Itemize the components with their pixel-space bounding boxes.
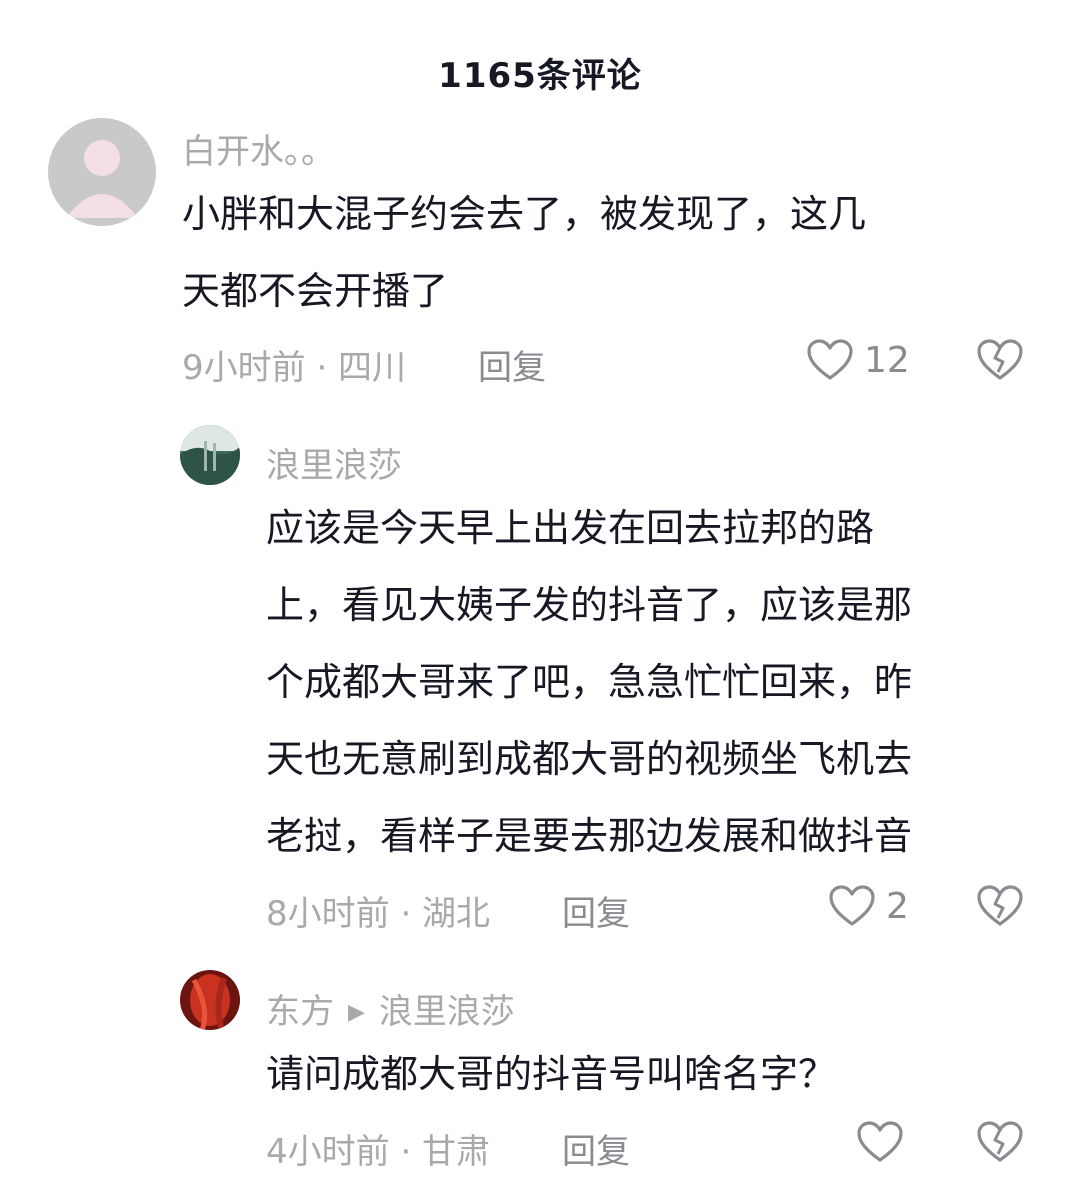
like-count: 2 [886,885,909,927]
like-button[interactable]: 12 [806,338,910,382]
heart-icon [829,885,875,926]
comment-author[interactable]: 白开水。。 [182,124,335,173]
reply-to-author[interactable]: 浪里浪莎 [379,992,515,1032]
heart-icon [857,1121,903,1162]
broken-heart-icon [977,339,1023,380]
reply-arrow-icon: ▶ [348,1000,365,1025]
comment-author-line: 东方 ▶ 浪里浪莎 [266,984,515,1033]
comment-count-title: 1165条评论 [438,56,642,96]
comment-author[interactable]: 东方 [266,992,334,1032]
like-button[interactable]: 2 [828,884,909,928]
like-count: 12 [864,339,910,381]
dislike-button[interactable] [976,338,1024,382]
broken-heart-icon [977,885,1023,926]
broken-heart-icon [977,1121,1023,1162]
heart-icon [807,339,853,380]
reply-button[interactable]: 回复 [478,340,546,389]
dislike-button[interactable] [976,1120,1024,1164]
comment-time-location: 4小时前 · 甘肃 [266,1132,491,1172]
avatar[interactable] [180,970,240,1030]
red-photo-icon [180,970,240,1030]
comment-time-location: 9小时前 · 四川 [182,348,407,388]
reply-button[interactable]: 回复 [562,1124,630,1173]
comment-text: 小胖和大混子约会去了，被发现了，这几 天都不会开播了 [182,192,867,313]
comment-time-location: 8小时前 · 湖北 [266,894,491,934]
like-button[interactable] [856,1120,904,1164]
reply-button[interactable]: 回复 [562,886,630,935]
comment-text: 请问成都大哥的抖音号叫啥名字？ [266,1052,837,1096]
landscape-photo-icon [180,425,240,485]
comment-author[interactable]: 浪里浪莎 [266,438,402,487]
comment-text: 应该是今天早上出发在回去拉邦的路 上，看见大姨子发的抖音了，应该是那 个成都大哥… [266,506,913,858]
dislike-button[interactable] [976,884,1024,928]
avatar[interactable] [180,425,240,485]
avatar[interactable] [48,118,156,226]
default-user-icon [48,118,156,226]
